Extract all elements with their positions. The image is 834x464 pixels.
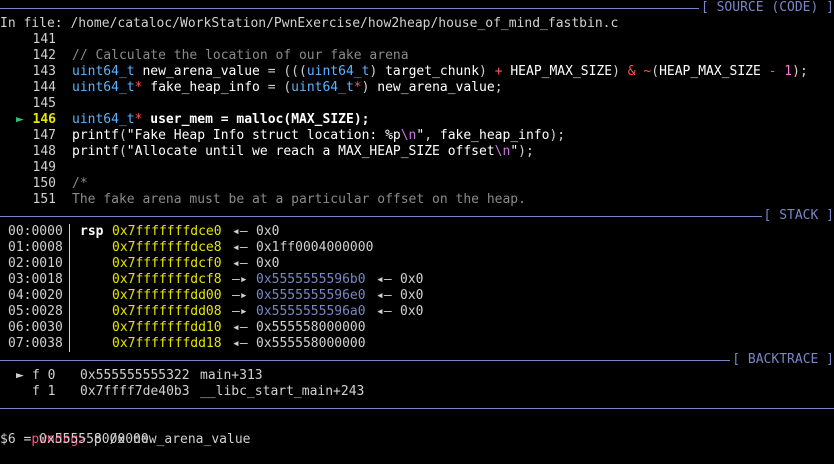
backtrace-frame[interactable]: f 1 0x7ffff7de40b3 __libc_start_main+243: [0, 384, 834, 400]
stack-arrow: —▸: [232, 304, 248, 319]
line-number: 148: [32, 144, 56, 159]
line-number: 141: [32, 32, 56, 47]
frame-address: 0x555555555322: [80, 368, 190, 383]
stack-value-deref: 0x0: [400, 304, 424, 319]
stack-arrow: ◂—: [232, 240, 248, 255]
line-number: 146: [32, 112, 56, 127]
stack-row: 06:0030 0x7fffffffdd10 ◂— 0x555558000000: [0, 320, 834, 336]
backtrace-section-header: [ BACKTRACE ]: [0, 352, 834, 368]
stack-arrow: ◂—: [232, 224, 248, 239]
stack-address: 0x7fffffffdd18: [112, 336, 222, 351]
stack-register: rsp: [80, 224, 104, 239]
frame-symbol: main+313: [200, 368, 263, 383]
stack-arrow: ◂—: [232, 320, 248, 335]
stack-row: 02:0010 0x7fffffffdcf0 ◂— 0x0: [0, 256, 834, 272]
current-line-marker-icon: ►: [16, 112, 24, 127]
stack-offset: 00:0000: [8, 224, 63, 239]
stack-arrow: —▸: [232, 288, 248, 303]
stack-value: 0x1ff0004000000: [256, 240, 374, 255]
stack-divider: [69, 288, 70, 304]
stack-row: 07:0038 0x7fffffffdd18 ◂— 0x555558000000: [0, 336, 834, 352]
stack-divider: [69, 304, 70, 320]
frame-marker-icon: ►: [16, 368, 24, 383]
backtrace-frame[interactable]: ► f 0 0x555555555322 main+313: [0, 368, 834, 384]
line-code: uint64_t new_arena_value = (((uint64_t) …: [72, 64, 808, 79]
stack-address: 0x7fffffffdd10: [112, 320, 222, 335]
console-separator: [0, 400, 834, 416]
stack-address: 0x7fffffffdd08: [112, 304, 222, 319]
stack-arrow: ◂—: [232, 256, 248, 271]
stack-divider: [69, 240, 70, 256]
line-code: uint64_t* fake_heap_info = (uint64_t*) n…: [72, 80, 503, 95]
stack-row: 00:0000 rsp 0x7fffffffdce0 ◂— 0x0: [0, 224, 834, 240]
stack-arrow: —▸: [232, 272, 248, 287]
frame-index: f 0: [32, 368, 56, 383]
stack-value-deref: 0x0: [400, 288, 424, 303]
stack-value: 0x0: [256, 224, 280, 239]
frame-address: 0x7ffff7de40b3: [80, 384, 190, 399]
stack-row: 03:0018 0x7fffffffdcf8 —▸ 0x5555555596b0 ◂— 0…: [0, 272, 834, 288]
frame-index: f 1: [32, 384, 56, 399]
stack-address: 0x7fffffffdce0: [112, 224, 222, 239]
stack-section-title: [ STACK ]: [761, 208, 834, 224]
source-section-header: [ SOURCE (CODE) ]: [0, 0, 834, 16]
stack-divider: [69, 256, 70, 272]
stack-offset: 03:0018: [8, 272, 63, 287]
line-code: printf("Allocate until we reach a MAX_HE…: [72, 144, 534, 159]
line-code: The fake arena must be at a particular o…: [72, 192, 526, 207]
stack-divider: [69, 272, 70, 288]
stack-offset: 01:0008: [8, 240, 63, 255]
stack-row: 04:0020 0x7fffffffdd00 —▸ 0x5555555596e0 ◂— 0…: [0, 288, 834, 304]
line-number: 145: [32, 96, 56, 111]
line-number: 144: [32, 80, 56, 95]
backtrace-section-title: [ BACKTRACE ]: [730, 352, 834, 368]
line-code: uint64_t* user_mem = malloc(MAX_SIZE);: [72, 112, 370, 127]
stack-value: 0x555558000000: [256, 320, 366, 335]
stack-value: 0x555558000000: [256, 336, 366, 351]
stack-value: 0x5555555596e0: [256, 288, 366, 303]
stack-address: 0x7fffffffdcf8: [112, 272, 222, 287]
stack-offset: 06:0030: [8, 320, 63, 335]
line-number: 151: [32, 192, 56, 207]
stack-value: 0x5555555596b0: [256, 272, 366, 287]
source-file-path: In file: /home/cataloc/WorkStation/PwnEx…: [0, 16, 619, 31]
line-code: // Calculate the location of our fake ar…: [72, 48, 409, 63]
line-number: 143: [32, 64, 56, 79]
stack-arrow-deref: ◂—: [376, 288, 392, 303]
stack-offset: 05:0028: [8, 304, 63, 319]
console-input-line[interactable]: pwndbg> p /x new_arena_value: [0, 416, 250, 447]
stack-row: 05:0028 0x7fffffffdd08 —▸ 0x5555555596a0 ◂— 0…: [0, 304, 834, 320]
line-code: /*: [72, 176, 88, 191]
stack-arrow: ◂—: [232, 336, 248, 351]
source-section-title: [ SOURCE (CODE) ]: [698, 0, 834, 16]
stack-section-header: [ STACK ]: [0, 208, 834, 224]
stack-divider: [69, 320, 70, 336]
line-code: printf("Fake Heap Info struct location: …: [72, 128, 566, 143]
stack-address: 0x7fffffffdce8: [112, 240, 222, 255]
console-output: $6 = 0x555558000000: [0, 432, 149, 447]
stack-value: 0x0: [256, 256, 280, 271]
stack-value-deref: 0x0: [400, 272, 424, 287]
stack-address: 0x7fffffffdd00: [112, 288, 222, 303]
line-number: 142: [32, 48, 56, 63]
stack-offset: 02:0010: [8, 256, 63, 271]
line-number: 150: [32, 176, 56, 191]
line-number: 147: [32, 128, 56, 143]
stack-offset: 04:0020: [8, 288, 63, 303]
stack-arrow-deref: ◂—: [376, 304, 392, 319]
terminal-window[interactable]: [ SOURCE (CODE) ] In file: /home/cataloc…: [0, 0, 834, 449]
stack-divider: [69, 336, 70, 352]
stack-offset: 07:0038: [8, 336, 63, 351]
line-number: 149: [32, 160, 56, 175]
stack-value: 0x5555555596a0: [256, 304, 366, 319]
stack-divider: [69, 224, 70, 240]
stack-row: 01:0008 0x7fffffffdce8 ◂— 0x1ff0004000000: [0, 240, 834, 256]
stack-arrow-deref: ◂—: [376, 272, 392, 287]
frame-symbol: __libc_start_main+243: [200, 384, 365, 399]
stack-address: 0x7fffffffdcf0: [112, 256, 222, 271]
